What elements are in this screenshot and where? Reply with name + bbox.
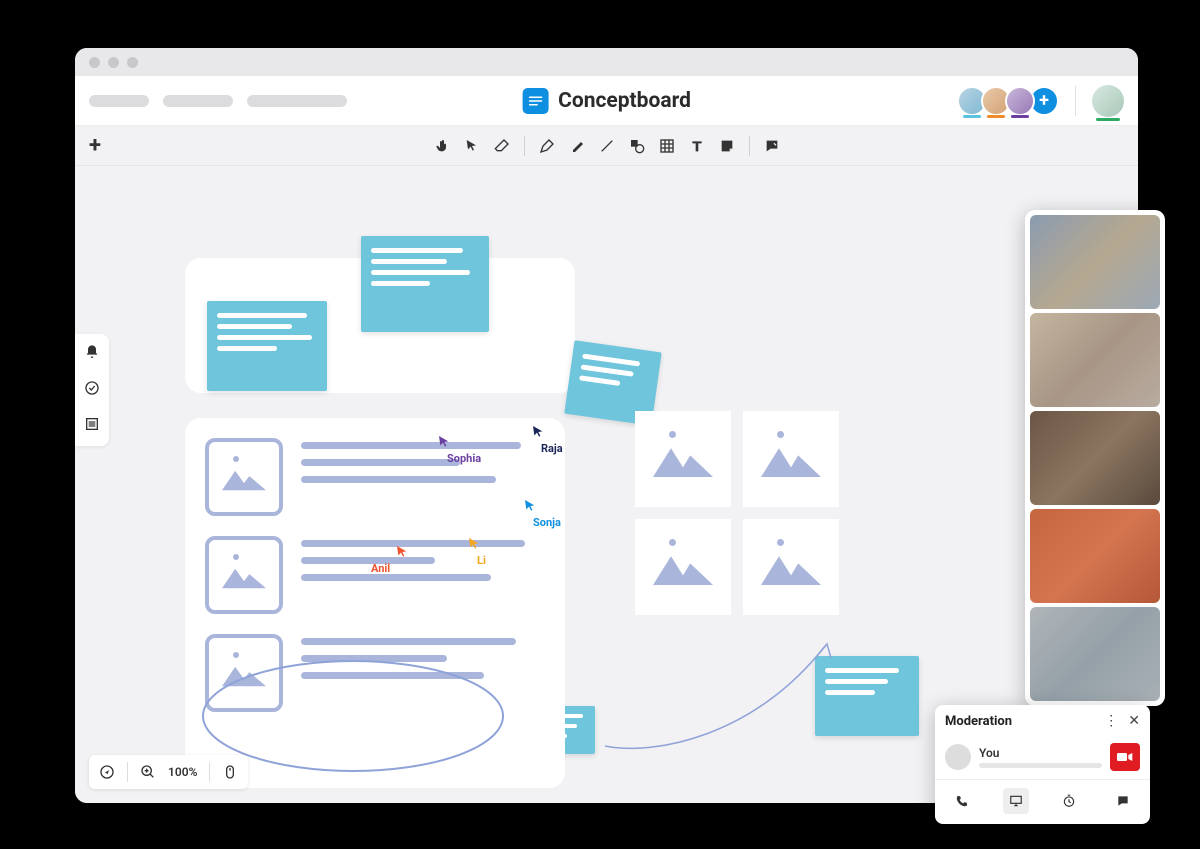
- volume-slider[interactable]: [979, 763, 1102, 768]
- comment-tool-icon[interactable]: [764, 138, 780, 154]
- present-icon[interactable]: [1003, 788, 1029, 814]
- my-avatar[interactable]: [1092, 85, 1124, 117]
- moderation-body: You: [935, 737, 1150, 779]
- cursor-label: Raja: [541, 442, 563, 455]
- canvas-image[interactable]: [635, 411, 731, 507]
- video-call-panel[interactable]: [1025, 210, 1165, 706]
- more-icon[interactable]: ⋮: [1104, 713, 1118, 729]
- toolbar-tools: [434, 136, 780, 156]
- cursor-label: Li: [477, 554, 486, 567]
- image-placeholder-icon: [205, 536, 283, 614]
- separator: [127, 762, 128, 782]
- list-item[interactable]: [205, 634, 545, 712]
- list-item[interactable]: [205, 438, 545, 516]
- breadcrumb-item[interactable]: [247, 95, 347, 107]
- text-tool-icon[interactable]: [689, 138, 705, 154]
- toolbar: +: [75, 126, 1138, 166]
- header-right: +: [957, 85, 1124, 117]
- breadcrumbs: [89, 95, 347, 107]
- cursor-label: Sonja: [533, 516, 561, 529]
- mouse-icon[interactable]: [222, 764, 238, 780]
- phone-icon[interactable]: [949, 788, 975, 814]
- chat-icon[interactable]: [1110, 788, 1136, 814]
- avatar: [945, 744, 971, 770]
- sticky-note[interactable]: [815, 656, 919, 736]
- image-placeholder-icon: [205, 634, 283, 712]
- video-tile[interactable]: [1030, 313, 1160, 407]
- video-tile[interactable]: [1030, 509, 1160, 603]
- canvas-image[interactable]: [635, 519, 731, 615]
- remote-cursor: Raja: [531, 424, 563, 455]
- breadcrumb-item[interactable]: [89, 95, 149, 107]
- cursor-label: Anil: [371, 562, 390, 575]
- moderation-title: Moderation: [945, 714, 1012, 729]
- image-placeholder-icon: [205, 438, 283, 516]
- add-button[interactable]: +: [89, 133, 101, 158]
- shape-tool-icon[interactable]: [629, 138, 645, 154]
- video-tile[interactable]: [1030, 215, 1160, 309]
- moderation-panel: Moderation ⋮ ✕ You: [935, 705, 1150, 824]
- separator: [749, 136, 750, 156]
- remote-cursor: Li: [467, 536, 486, 567]
- compass-icon[interactable]: [99, 764, 115, 780]
- line-tool-icon[interactable]: [599, 138, 615, 154]
- zoom-level[interactable]: 100%: [168, 765, 197, 779]
- table-tool-icon[interactable]: [659, 138, 675, 154]
- eraser-tool-icon[interactable]: [494, 138, 510, 154]
- presence-avatars: +: [957, 86, 1059, 116]
- pen-tool-icon[interactable]: [539, 138, 555, 154]
- cursor-label: Sophia: [447, 452, 481, 465]
- sticky-note[interactable]: [207, 301, 327, 391]
- remote-cursor: Anil: [395, 544, 411, 575]
- remote-cursor: Sonja: [523, 498, 561, 529]
- check-circle-icon[interactable]: [84, 380, 100, 400]
- notifications-icon[interactable]: [84, 344, 100, 364]
- moderation-you-label: You: [979, 746, 1102, 760]
- app-logo-icon: [522, 88, 548, 114]
- left-dock: [75, 334, 109, 446]
- close-icon[interactable]: ✕: [1128, 713, 1140, 729]
- list-item-text: [301, 438, 545, 516]
- app-title-wrap: Conceptboard: [522, 88, 691, 114]
- bottom-toolbar: 100%: [89, 755, 248, 789]
- canvas-list-card[interactable]: [185, 418, 565, 788]
- sticky-note[interactable]: [361, 236, 489, 332]
- window-close-dot[interactable]: [89, 57, 100, 68]
- window-min-dot[interactable]: [108, 57, 119, 68]
- highlighter-tool-icon[interactable]: [569, 138, 585, 154]
- app-title: Conceptboard: [558, 89, 691, 113]
- video-tile[interactable]: [1030, 411, 1160, 505]
- list-icon[interactable]: [84, 416, 100, 436]
- timer-icon[interactable]: [1056, 788, 1082, 814]
- list-item-text: [301, 536, 545, 614]
- hand-tool-icon[interactable]: [434, 138, 450, 154]
- moderation-header: Moderation ⋮ ✕: [935, 705, 1150, 737]
- moderation-footer: [935, 779, 1150, 824]
- list-item[interactable]: [205, 536, 545, 614]
- zoom-in-icon[interactable]: [140, 764, 156, 780]
- separator: [209, 762, 210, 782]
- canvas-image[interactable]: [743, 519, 839, 615]
- header-bar: Conceptboard +: [75, 76, 1138, 126]
- record-button[interactable]: [1110, 743, 1140, 771]
- divider: [1075, 86, 1076, 116]
- image-grid: [635, 411, 839, 615]
- video-tile[interactable]: [1030, 607, 1160, 701]
- window-max-dot[interactable]: [127, 57, 138, 68]
- separator: [524, 136, 525, 156]
- remote-cursor: Sophia: [437, 434, 481, 465]
- breadcrumb-item[interactable]: [163, 95, 233, 107]
- select-tool-icon[interactable]: [464, 138, 480, 154]
- app-window: Conceptboard + +: [75, 48, 1138, 803]
- presence-avatar[interactable]: [1005, 86, 1035, 116]
- canvas-image[interactable]: [743, 411, 839, 507]
- note-tool-icon[interactable]: [719, 138, 735, 154]
- list-item-text: [301, 634, 545, 712]
- window-chrome: [75, 48, 1138, 76]
